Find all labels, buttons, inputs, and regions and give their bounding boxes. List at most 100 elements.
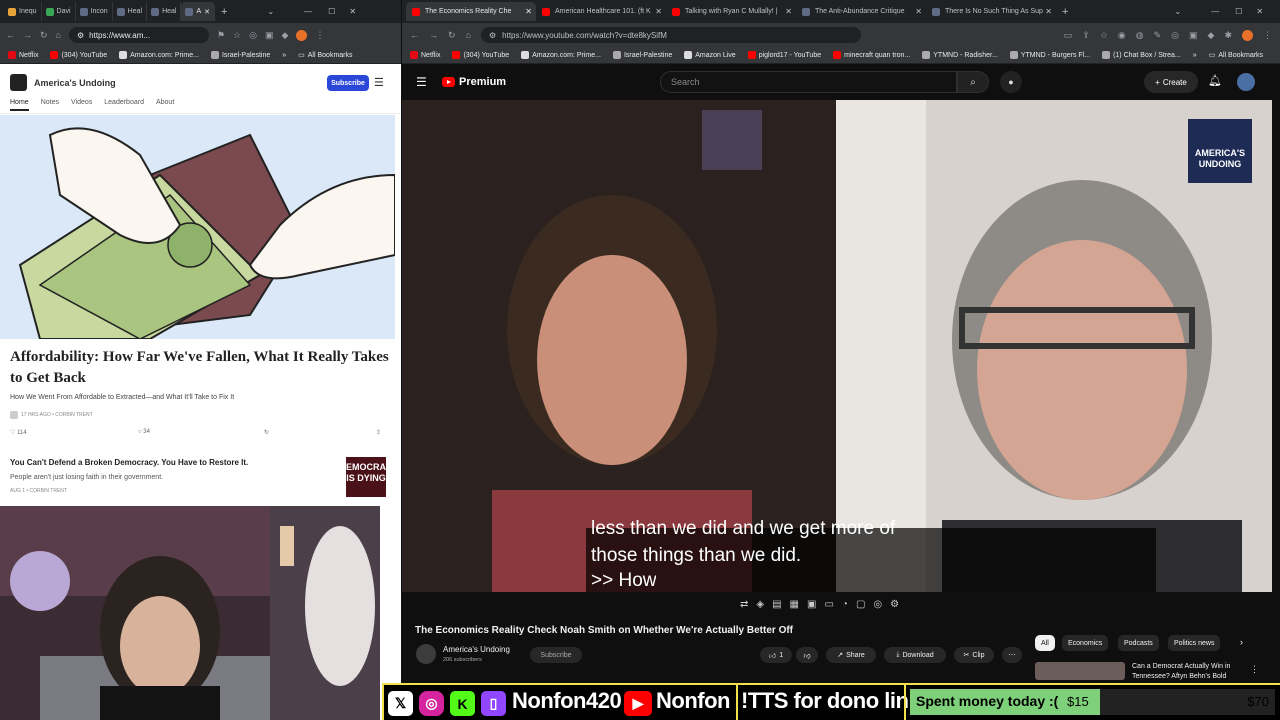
back-icon[interactable]: ← (6, 30, 15, 40)
notifications-bell-icon[interactable]: 🔔︎ (1208, 74, 1222, 87)
extension-icon[interactable]: ✎ (1154, 30, 1162, 41)
bookmark-star-icon[interactable]: ☆ (233, 30, 241, 41)
extension-icon[interactable]: ◎ (1171, 30, 1179, 41)
close-window-icon[interactable]: ✕ (1256, 7, 1263, 16)
microphone-icon[interactable]: ● (1000, 71, 1022, 93)
home-icon[interactable]: ⌂ (56, 30, 61, 40)
left-tab-5[interactable]: A ✕ (181, 2, 216, 21)
maximize-icon[interactable]: ☐ (1235, 7, 1242, 16)
new-tab-icon[interactable]: + (221, 6, 227, 18)
camera-icon[interactable]: ◎ (873, 599, 882, 610)
close-tab-icon[interactable]: ✕ (655, 7, 662, 16)
dislike-button[interactable]: 👎︎ (796, 647, 818, 663)
close-window-icon[interactable]: ✕ (349, 7, 356, 16)
post-thumbnail[interactable]: EMOCRAC IS DYING (346, 457, 386, 497)
share-button[interactable]: ↗ Share (826, 647, 876, 663)
left-tab-1[interactable]: Davi (42, 2, 76, 21)
left-tab-3[interactable]: Heal (113, 2, 148, 21)
extension-icon[interactable]: ◆ (282, 30, 289, 41)
extensions-puzzle-icon[interactable]: ✱ (1224, 30, 1232, 41)
bookmark-amazon[interactable]: Amazon.com: Prime... (119, 51, 199, 59)
home-icon[interactable]: ⌂ (466, 30, 471, 40)
pip-icon[interactable]: ▣ (807, 599, 816, 610)
bookmark-star-icon[interactable]: ☆ (1100, 30, 1108, 41)
chip-podcasts[interactable]: Podcasts (1118, 635, 1159, 651)
channel-avatar[interactable] (416, 644, 436, 664)
extension-icon[interactable]: ⚑ (217, 30, 225, 41)
address-bar[interactable]: ⚙ https://www.am... (68, 27, 209, 43)
back-icon[interactable]: ← (410, 30, 419, 40)
loop-icon[interactable]: ⇄ (740, 599, 748, 610)
publication-logo[interactable] (10, 74, 27, 91)
minimize-icon[interactable]: — (1211, 7, 1219, 16)
bookmark-minecraft[interactable]: minecraft quan tron... (833, 51, 910, 59)
share-page-icon[interactable]: ⇪ (1082, 30, 1090, 41)
bookmark-amazon-live[interactable]: Amazon Live (684, 51, 736, 59)
speed-icon[interactable]: ◔ (842, 599, 848, 610)
left-tab-0[interactable]: Inequ (4, 2, 42, 21)
nav-leaderboard[interactable]: Leaderboard (104, 99, 144, 111)
reload-icon[interactable]: ↻ (448, 30, 456, 41)
screenshot-icon[interactable]: ▦ (790, 599, 799, 610)
bookmark-netflix[interactable]: Netflix (410, 51, 440, 59)
recommended-more-icon[interactable]: ⋮ (1250, 664, 1259, 675)
theater-icon[interactable]: ▭ (824, 599, 833, 610)
nav-videos[interactable]: Videos (71, 99, 92, 111)
chip-economics[interactable]: Economics (1062, 635, 1109, 651)
right-tab-4[interactable]: There Is No Such Thing As Sup ✕ (926, 2, 1056, 21)
forward-icon[interactable]: → (429, 30, 438, 40)
nav-about[interactable]: About (156, 99, 174, 111)
fullscreen-icon[interactable]: ▢ (856, 599, 865, 610)
hamburger-menu-icon[interactable]: ☰ (374, 76, 384, 89)
left-tab-2[interactable]: Incon (76, 2, 113, 21)
comment-button[interactable]: ○ 34 (138, 429, 264, 436)
cast-icon[interactable]: ▭ (1064, 30, 1073, 41)
bookmark-chat-box[interactable]: (1) Chat Box / Strea... (1102, 51, 1181, 59)
recommended-title[interactable]: Can a Democrat Actually Win in Tennessee… (1132, 662, 1260, 680)
search-icon[interactable]: ⌕ (957, 71, 989, 93)
bookmark-amazon[interactable]: Amazon.com: Prime... (521, 51, 601, 59)
bookmark-israel-palestine[interactable]: Israel-Palestine (210, 51, 270, 59)
bookmark-youtube[interactable]: (304) YouTube (452, 51, 509, 59)
maximize-icon[interactable]: ☐ (328, 7, 335, 16)
extension-icon[interactable]: ▣ (1189, 30, 1198, 41)
search-input[interactable]: Search (660, 71, 957, 93)
extension-icon[interactable]: ▣ (265, 30, 274, 41)
subscribe-button[interactable]: Subscribe (327, 75, 369, 91)
right-tab-1[interactable]: American Healthcare 101. (ft K ✕ (536, 2, 666, 21)
nav-home[interactable]: Home (10, 99, 29, 111)
left-tab-4[interactable]: Heal (147, 2, 182, 21)
settings-gear-icon[interactable]: ⚙ (890, 599, 899, 610)
like-button[interactable]: 👍︎ 1 (760, 647, 792, 663)
more-bookmarks-icon[interactable]: » (1193, 52, 1197, 59)
all-bookmarks[interactable]: ▭ All Bookmarks (298, 51, 352, 60)
menu-dots-icon[interactable]: ⋮ (315, 30, 324, 41)
captions-icon[interactable]: ▤ (772, 599, 781, 610)
clip-button[interactable]: ✂ Clip (954, 647, 994, 663)
minimize-icon[interactable]: — (304, 7, 312, 16)
close-tab-icon[interactable]: ✕ (204, 8, 210, 16)
close-tab-icon[interactable]: ✕ (525, 7, 532, 16)
menu-dots-icon[interactable]: ⋮ (1263, 30, 1272, 41)
forward-icon[interactable]: → (23, 30, 32, 40)
profile-avatar[interactable] (296, 29, 308, 41)
bookmark-youtube[interactable]: (304) YouTube (50, 51, 107, 59)
publication-name[interactable]: America's Undoing (34, 78, 116, 88)
post-title[interactable]: You Can't Defend a Broken Democracy. You… (10, 458, 248, 467)
restack-icon[interactable]: ↻ (264, 429, 376, 436)
featured-post-image[interactable] (0, 115, 395, 339)
tab-search-icon[interactable]: ⌄ (267, 7, 274, 16)
chip-politics-news[interactable]: Politics news (1168, 635, 1221, 651)
channel-name[interactable]: America's Undoing (443, 645, 510, 654)
more-actions-icon[interactable]: ⋯ (1002, 647, 1022, 663)
audio-icon[interactable]: ◈ (756, 599, 764, 610)
share-icon[interactable]: ⇪ (376, 429, 381, 436)
account-avatar[interactable] (1237, 73, 1255, 91)
featured-post-title[interactable]: Affordability: How Far We've Fallen, Wha… (10, 347, 390, 389)
download-button[interactable]: ⤓ Download (884, 647, 946, 663)
address-bar[interactable]: ⚙ https://www.youtube.com/watch?v=dte8kyS… (480, 27, 861, 43)
extension-icon[interactable]: ◍ (1136, 30, 1144, 41)
bookmark-ytmnd-burgers[interactable]: YTMND - Burgers Fl... (1009, 51, 1090, 59)
bookmark-ytmnd-radisher[interactable]: YTMND - Radisher... (922, 51, 998, 59)
bookmark-israel-palestine[interactable]: Israel-Palestine (612, 51, 672, 59)
